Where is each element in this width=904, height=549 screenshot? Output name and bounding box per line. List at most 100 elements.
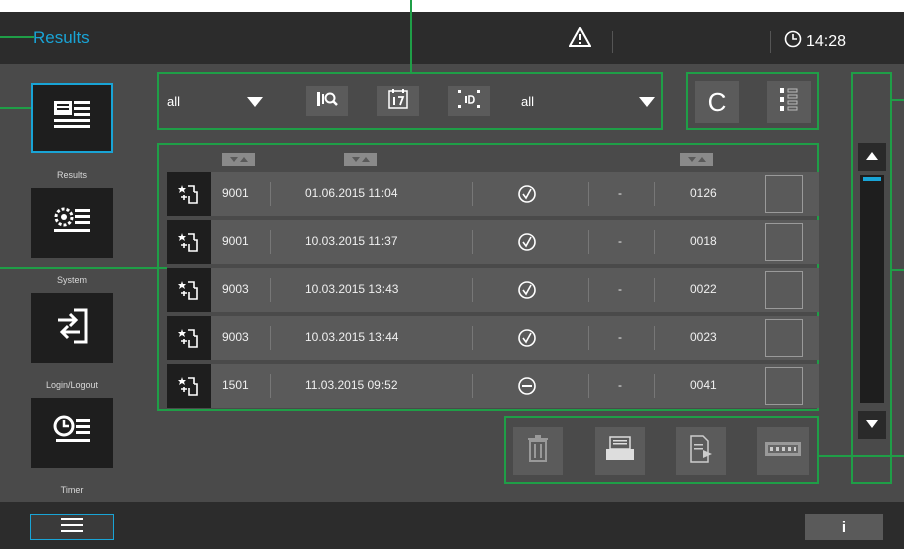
scroll-up-button[interactable]: [858, 143, 886, 171]
id-filter-button[interactable]: [448, 86, 490, 116]
info-label: i: [841, 518, 847, 536]
filter-select-right-value: all: [521, 94, 535, 109]
column-divider: [588, 278, 589, 302]
sort-descending-icon: [351, 157, 360, 162]
sort-toggle-button[interactable]: [344, 153, 377, 166]
row-datetime: 10.03.2015 13:43: [305, 282, 399, 296]
annotation-line: [410, 0, 412, 72]
row-number: 0126: [690, 186, 717, 200]
table-row[interactable]: 9001 01.06.2015 11:04 - 0126: [167, 172, 819, 216]
system-settings-icon: [52, 203, 92, 244]
row-dash: -: [618, 378, 622, 392]
sidebar-item-system[interactable]: [31, 188, 113, 258]
row-sample-id: 9001: [222, 186, 249, 200]
column-divider: [654, 374, 655, 398]
barcode-icon: [765, 441, 801, 461]
sort-ascending-icon: [697, 157, 706, 162]
table-row[interactable]: 1501 11.03.2015 09:52 - 0041: [167, 364, 819, 408]
print-button[interactable]: [595, 427, 645, 475]
barcode-button[interactable]: [757, 427, 809, 475]
sidebar-item-login-logout[interactable]: [31, 293, 113, 363]
row-select-checkbox[interactable]: [765, 319, 803, 357]
column-divider: [654, 182, 655, 206]
table-row[interactable]: 9003 10.03.2015 13:43 - 0022: [167, 268, 819, 312]
row-datetime: 11.03.2015 09:52: [305, 378, 398, 392]
column-divider: [588, 374, 589, 398]
sidebar-item-label: Results: [56, 170, 87, 180]
trash-icon: [527, 434, 549, 468]
row-sample-id: 9003: [222, 282, 249, 296]
id-icon: [456, 88, 482, 115]
column-settings-button[interactable]: [767, 81, 811, 123]
filter-select-left-value: all: [167, 94, 181, 109]
sort-toggle-button[interactable]: [680, 153, 713, 166]
search-filter-button[interactable]: [306, 86, 348, 116]
minus-circle-icon: [517, 376, 537, 401]
clock-icon: [784, 30, 802, 53]
table-row[interactable]: 9001 10.03.2015 11:37 - 0018: [167, 220, 819, 264]
column-divider: [588, 182, 589, 206]
header-divider: [770, 31, 771, 53]
calendar-icon: [387, 88, 409, 115]
column-divider: [472, 230, 473, 254]
sort-descending-icon: [229, 157, 238, 162]
row-number: 0022: [690, 282, 717, 296]
sort-ascending-icon: [361, 157, 370, 162]
sidebar-item-results[interactable]: [31, 83, 113, 153]
chevron-down-icon: [865, 416, 879, 434]
annotation-line: [892, 269, 904, 271]
check-circle-icon: [517, 184, 537, 209]
row-datetime: 10.03.2015 11:37: [305, 234, 398, 248]
row-select-checkbox[interactable]: [765, 271, 803, 309]
document-export-icon: [689, 434, 713, 468]
filter-select-right[interactable]: all: [515, 86, 660, 116]
column-divider: [588, 326, 589, 350]
sample-type-icon: [167, 316, 211, 360]
sample-type-icon: [167, 220, 211, 264]
menu-button[interactable]: [30, 514, 114, 540]
annotation-line: [0, 107, 31, 109]
clear-button[interactable]: C: [695, 81, 739, 123]
column-divider: [654, 326, 655, 350]
sort-toggle-button[interactable]: [222, 153, 255, 166]
check-circle-icon: [517, 232, 537, 257]
column-divider: [654, 230, 655, 254]
column-divider: [472, 182, 473, 206]
chevron-up-icon: [865, 148, 879, 166]
row-dash: -: [618, 234, 622, 248]
menu-icon: [61, 517, 83, 537]
column-divider: [270, 182, 271, 206]
scroll-track[interactable]: [860, 175, 884, 403]
filter-select-left[interactable]: all: [165, 86, 275, 116]
row-select-checkbox[interactable]: [765, 367, 803, 405]
sample-type-icon: [167, 268, 211, 312]
row-sample-id: 9003: [222, 330, 249, 344]
row-sample-id: 1501: [222, 378, 249, 392]
row-select-checkbox[interactable]: [765, 223, 803, 261]
row-select-checkbox[interactable]: [765, 175, 803, 213]
export-button[interactable]: [676, 427, 726, 475]
timer-icon: [52, 413, 92, 454]
row-datetime: 01.06.2015 11:04: [305, 186, 398, 200]
sample-type-icon: [167, 364, 211, 408]
scroll-down-button[interactable]: [858, 411, 886, 439]
warning-icon[interactable]: [568, 25, 592, 52]
column-divider: [472, 326, 473, 350]
header-bar: Results 14:28: [0, 12, 904, 64]
delete-button[interactable]: [513, 427, 563, 475]
results-list-icon: [52, 98, 92, 139]
date-filter-button[interactable]: [377, 86, 419, 116]
info-button[interactable]: i: [805, 514, 883, 540]
header-divider: [612, 31, 613, 53]
sidebar-item-timer[interactable]: [31, 398, 113, 468]
scroll-thumb[interactable]: [863, 177, 881, 181]
row-dash: -: [618, 186, 622, 200]
clear-label: C: [707, 86, 727, 117]
search-filter-icon: [315, 89, 339, 114]
columns-icon: [777, 85, 801, 120]
sidebar-item-label: Login/Logout: [45, 380, 99, 390]
annotation-line: [892, 99, 904, 101]
column-divider: [270, 326, 271, 350]
row-number: 0018: [690, 234, 717, 248]
table-row[interactable]: 9003 10.03.2015 13:44 - 0023: [167, 316, 819, 360]
